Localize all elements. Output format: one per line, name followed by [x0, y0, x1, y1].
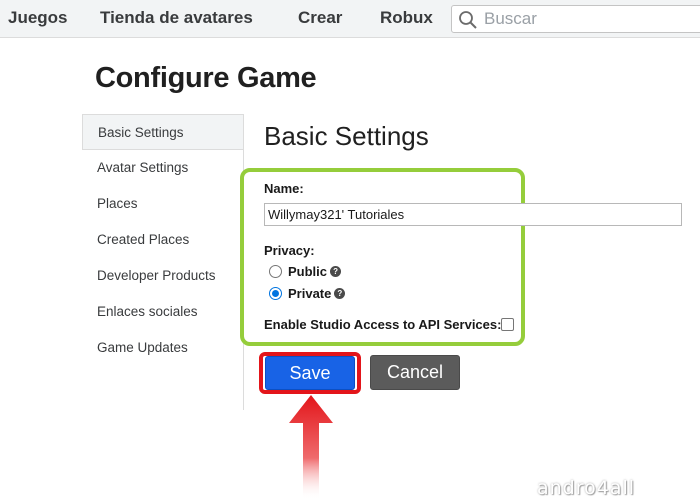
nav-link-juegos[interactable]: Juegos: [8, 8, 68, 28]
nav-link-robux[interactable]: Robux: [380, 8, 433, 28]
sidebar-item-avatar-settings[interactable]: Avatar Settings: [82, 150, 243, 186]
help-icon[interactable]: ?: [334, 287, 346, 299]
sidebar-item-game-updates[interactable]: Game Updates: [82, 330, 243, 366]
private-radio-label: Private: [288, 285, 332, 301]
save-button[interactable]: Save: [265, 356, 355, 390]
privacy-option-public[interactable]: Public ?: [269, 262, 342, 280]
public-radio-label: Public: [288, 263, 328, 279]
section-title: Basic Settings: [264, 121, 429, 151]
nav-link-tienda-avatares[interactable]: Tienda de avatares: [100, 8, 253, 28]
name-label: Name:: [264, 181, 304, 196]
red-arrow-icon: [289, 395, 333, 500]
top-nav-bar: Juegos Tienda de avatares Crear Robux: [0, 0, 700, 38]
settings-sidebar: Basic Settings Avatar Settings Places Cr…: [82, 114, 244, 410]
privacy-label: Privacy:: [264, 243, 315, 258]
page-title: Configure Game: [95, 62, 317, 94]
privacy-option-private[interactable]: Private ?: [269, 284, 346, 302]
search-icon[interactable]: [458, 10, 478, 30]
api-access-label: Enable Studio Access to API Services:: [264, 317, 502, 332]
sidebar-item-basic-settings[interactable]: Basic Settings: [82, 114, 243, 150]
private-radio[interactable]: [269, 286, 282, 300]
cancel-button[interactable]: Cancel: [370, 355, 460, 390]
help-icon[interactable]: ?: [330, 265, 342, 277]
nav-link-crear[interactable]: Crear: [298, 8, 342, 28]
api-access-checkbox[interactable]: [501, 318, 514, 331]
public-radio[interactable]: [269, 264, 282, 278]
search-box: [451, 5, 700, 33]
sidebar-item-places[interactable]: Places: [82, 186, 243, 222]
sidebar-item-developer-products[interactable]: Developer Products: [82, 258, 243, 294]
sidebar-item-created-places[interactable]: Created Places: [82, 222, 243, 258]
name-input[interactable]: [264, 203, 682, 226]
watermark-logo: andro4all: [537, 477, 636, 499]
search-input[interactable]: [484, 8, 700, 30]
sidebar-item-enlaces-sociales[interactable]: Enlaces sociales: [82, 294, 243, 330]
